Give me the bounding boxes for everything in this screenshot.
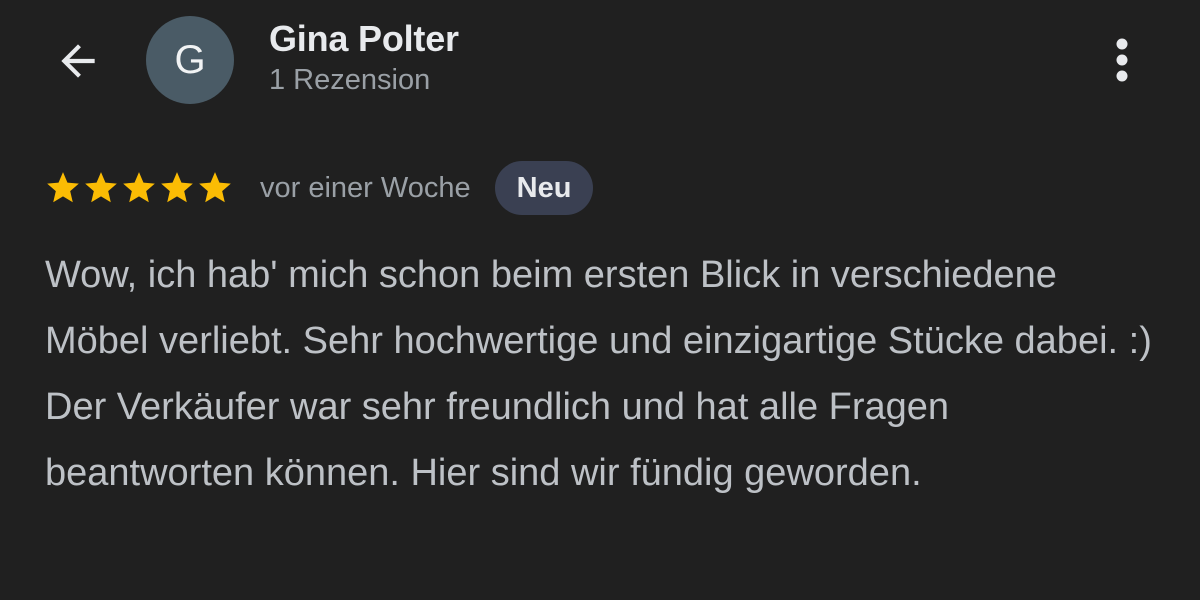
star-filled-icon (161, 172, 193, 203)
star-filled-icon (199, 172, 231, 203)
star-filled-icon (123, 172, 155, 203)
review-time: vor einer Woche (260, 171, 471, 204)
review-text: Wow, ich hab' mich schon beim ersten Bli… (45, 254, 1152, 494)
user-name[interactable]: Gina Polter (269, 18, 459, 60)
avatar-letter: G (174, 37, 206, 82)
more-vert-icon (1116, 38, 1128, 82)
back-button[interactable] (50, 33, 106, 89)
review-count: 1 Rezension (269, 64, 431, 96)
arrow-left-icon (61, 44, 95, 78)
review-page: G Gina Polter 1 Rezension vor einer Woch… (0, 0, 1200, 600)
star-filled-icon (85, 172, 117, 203)
rating-row: vor einer Woche Neu (44, 160, 594, 216)
avatar[interactable]: G (146, 16, 234, 104)
star-filled-icon (47, 172, 79, 203)
star-rating (44, 169, 234, 207)
more-options-button[interactable] (1096, 28, 1148, 92)
new-badge: Neu (494, 161, 594, 215)
